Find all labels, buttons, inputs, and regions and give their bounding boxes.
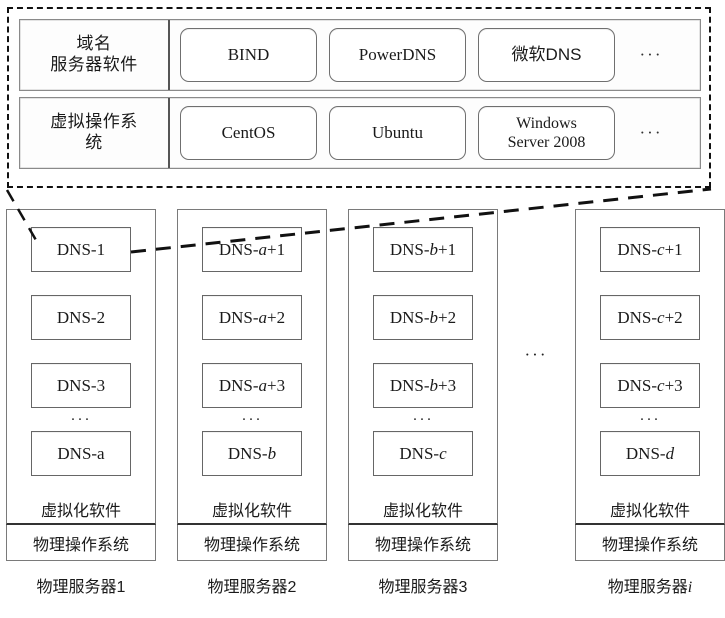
os-item-line1: Windows (516, 114, 577, 132)
vm-box: DNS-c +2 (600, 295, 700, 340)
vm-box: DNS-c +3 (600, 363, 700, 408)
vm-box-last: DNS-d (600, 431, 700, 476)
server-columns-ellipsis: ··· (524, 345, 548, 364)
physical-os-box: 物理操作系统 (348, 525, 498, 561)
physical-server-caption-i: 物理服务器i (607, 579, 693, 596)
vm-stack-ellipsis: ··· (70, 412, 92, 428)
virtualization-software-label: 虚拟化软件 (211, 503, 292, 520)
vm-box: DNS-b +1 (373, 227, 473, 272)
vm-box: DNS-a +3 (202, 363, 302, 408)
vm-box-last: DNS-b (202, 431, 302, 476)
dns-server-software-items: BIND PowerDNS 微软DNS ··· (170, 20, 700, 90)
vm-box: DNS-b +2 (373, 295, 473, 340)
software-stack-dashed-container: 域名 服务器软件 BIND PowerDNS 微软DNS ··· 虚拟操作系 统… (7, 7, 711, 188)
vm-box-last: DNS-c (373, 431, 473, 476)
os-item-ubuntu: Ubuntu (329, 106, 466, 160)
virtualization-software-label: 虚拟化软件 (40, 503, 121, 520)
vm-box: DNS-b +3 (373, 363, 473, 408)
virtual-os-row-label: 虚拟操作系 统 (20, 98, 170, 168)
vm-box: DNS-c +1 (600, 227, 700, 272)
vm-box: DNS-a +2 (202, 295, 302, 340)
software-item-microsoft-dns: 微软DNS (478, 28, 615, 82)
vm-stack-ellipsis: ··· (639, 412, 661, 428)
physical-os-box: 物理操作系统 (6, 525, 156, 561)
row-label-line1: 域名 (76, 34, 112, 54)
physical-server-column-2: DNS-a +1 DNS-a +2 DNS-a +3 ··· DNS-b 虚拟化软件 … (177, 209, 327, 597)
physical-server-column-3: DNS-b +1 DNS-b +2 DNS-b +3 ··· DNS-c 虚拟化软件 … (348, 209, 498, 597)
physical-server-caption-3: 物理服务器3 (378, 579, 468, 596)
virtualization-software-label: 虚拟化软件 (382, 503, 463, 520)
vm-box: DNS-1 (31, 227, 131, 272)
vm-stack-3: DNS-b +1 DNS-b +2 DNS-b +3 ··· DNS-c 虚拟化软件 (348, 209, 498, 525)
vm-stack-ellipsis: ··· (412, 412, 434, 428)
physical-server-column-i: DNS-c +1 DNS-c +2 DNS-c +3 ··· DNS-d 虚拟化软件 … (575, 209, 725, 597)
physical-server-caption-1: 物理服务器1 (36, 579, 126, 596)
physical-os-box: 物理操作系统 (575, 525, 725, 561)
virtual-os-row: 虚拟操作系 统 CentOS Ubuntu Windows Server 200… (19, 97, 701, 169)
os-item-windows-server-2008: Windows Server 2008 (478, 106, 615, 160)
row-label-line2: 统 (85, 133, 103, 152)
software-item-powerdns: PowerDNS (329, 28, 466, 82)
vm-box-last: DNS-a (31, 431, 131, 476)
vm-box: DNS-a +1 (202, 227, 302, 272)
row-label-line1: 虚拟操作系 (50, 112, 138, 132)
dns-software-ellipsis: ··· (639, 45, 663, 64)
dns-server-software-row: 域名 服务器软件 BIND PowerDNS 微软DNS ··· (19, 19, 701, 91)
os-item-centos: CentOS (180, 106, 317, 160)
vm-stack-1: DNS-1 DNS-2 DNS-3 ··· DNS-a 虚拟化软件 (6, 209, 156, 525)
architecture-diagram: 域名 服务器软件 BIND PowerDNS 微软DNS ··· 虚拟操作系 统… (0, 0, 725, 618)
vm-box: DNS-2 (31, 295, 131, 340)
physical-server-column-1: DNS-1 DNS-2 DNS-3 ··· DNS-a 虚拟化软件 物理操作系统… (6, 209, 156, 597)
virtual-os-ellipsis: ··· (639, 123, 663, 142)
virtualization-software-label: 虚拟化软件 (609, 503, 690, 520)
physical-server-caption-2: 物理服务器2 (207, 579, 297, 596)
vm-stack-2: DNS-a +1 DNS-a +2 DNS-a +3 ··· DNS-b 虚拟化软件 (177, 209, 327, 525)
vm-box: DNS-3 (31, 363, 131, 408)
vm-stack-ellipsis: ··· (241, 412, 263, 428)
row-label-line2: 服务器软件 (50, 55, 138, 74)
dns-server-software-row-label: 域名 服务器软件 (20, 20, 170, 90)
physical-os-box: 物理操作系统 (177, 525, 327, 561)
os-item-line2: Server 2008 (507, 134, 586, 151)
vm-stack-i: DNS-c +1 DNS-c +2 DNS-c +3 ··· DNS-d 虚拟化软件 (575, 209, 725, 525)
virtual-os-items: CentOS Ubuntu Windows Server 2008 ··· (170, 98, 700, 168)
software-item-bind: BIND (180, 28, 317, 82)
